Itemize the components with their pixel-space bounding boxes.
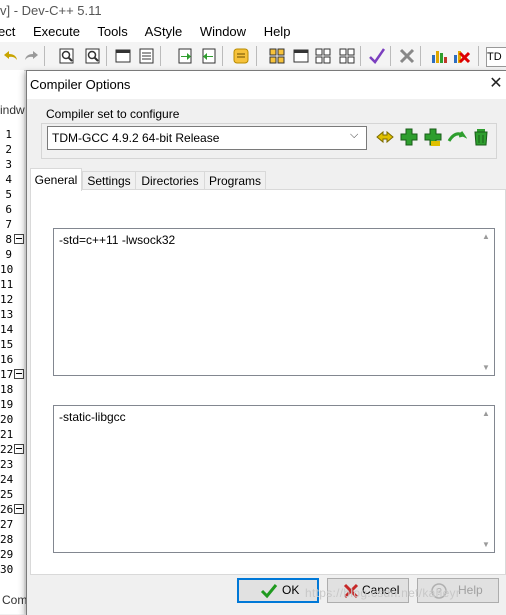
find-icon[interactable]	[58, 47, 76, 65]
line-number: 29	[0, 548, 14, 561]
toolbar-compiler-label[interactable]: TD	[486, 47, 506, 67]
status-bar: Com	[0, 588, 28, 614]
line-number: 12	[0, 293, 14, 306]
window-icon[interactable]	[114, 47, 132, 65]
line-number: 3	[5, 158, 12, 171]
ide-title-text: v] - Dev-C++ 5.11	[0, 3, 102, 18]
dialog-title: Compiler Options	[30, 77, 131, 92]
compiler-set-select[interactable]: TDM-GCC 4.9.2 64-bit Release ⌵	[47, 126, 367, 150]
redo-icon[interactable]	[22, 47, 40, 65]
scroll-up-icon[interactable]: ▲	[482, 409, 490, 418]
dialog-title-bar[interactable]: Compiler Options ✕	[27, 71, 506, 99]
grid2-icon[interactable]	[338, 47, 356, 65]
unindent-icon[interactable]	[200, 47, 218, 65]
compile-commands-scrollbar[interactable]: ▲ ▼	[479, 229, 494, 375]
grid-icon[interactable]	[314, 47, 332, 65]
menu-tools[interactable]: Tools	[97, 24, 127, 39]
compile-commands-text: -std=c++11 -lwsock32	[59, 233, 176, 247]
compile-commands-textarea[interactable]: -std=c++11 -lwsock32 ▲ ▼	[53, 228, 495, 376]
tile-icon[interactable]	[268, 47, 286, 65]
linker-commands-textarea[interactable]: -static-libgcc ▲ ▼	[53, 405, 495, 553]
help-button-label: Help	[458, 583, 483, 597]
replace-icon[interactable]	[84, 47, 102, 65]
compiler-set-label: Compiler set to configure	[46, 107, 180, 121]
fold-marker[interactable]	[14, 234, 24, 244]
chart-icon[interactable]	[430, 47, 448, 65]
line-number: 16	[0, 353, 14, 366]
menu-project[interactable]: ect	[0, 24, 15, 39]
scroll-up-icon[interactable]: ▲	[482, 232, 490, 241]
undo-icon[interactable]	[2, 47, 20, 65]
line-number: 8	[5, 233, 12, 246]
line-number: 22	[0, 443, 14, 456]
line-number: 1	[5, 128, 12, 141]
line-number: 21	[0, 428, 14, 441]
tab-settings[interactable]: Settings	[82, 171, 136, 190]
delete-icon[interactable]	[398, 47, 416, 65]
chevron-down-icon[interactable]: ⌵	[350, 129, 358, 142]
window2-icon[interactable]	[292, 47, 310, 65]
line-number: 13	[0, 308, 14, 321]
menu-execute[interactable]: Execute	[33, 24, 80, 39]
scroll-down-icon[interactable]: ▼	[482, 363, 490, 372]
line-number: 10	[0, 263, 14, 276]
menu-window[interactable]: Window	[200, 24, 246, 39]
fold-marker[interactable]	[14, 369, 24, 379]
scroll-down-icon[interactable]: ▼	[482, 540, 490, 549]
ide-title-bar: v] - Dev-C++ 5.11	[0, 0, 506, 22]
tab-general[interactable]: General	[30, 168, 82, 191]
line-number: 25	[0, 488, 14, 501]
indent-icon[interactable]	[176, 47, 194, 65]
line-number: 30	[0, 563, 14, 576]
line-number: 27	[0, 518, 14, 531]
linker-commands-scrollbar[interactable]: ▲ ▼	[479, 406, 494, 552]
delete-compiler-icon[interactable]	[471, 127, 491, 147]
list-icon[interactable]	[138, 47, 156, 65]
line-number: 20	[0, 413, 14, 426]
editor-tab-label[interactable]: indw	[0, 103, 25, 117]
add-compiler-icon[interactable]	[399, 127, 419, 147]
rename-compiler-icon[interactable]	[375, 127, 395, 147]
ide-toolbar: TD	[0, 42, 506, 71]
compiler-set-value: TDM-GCC 4.9.2 64-bit Release	[52, 131, 220, 145]
line-number: 2	[5, 143, 12, 156]
line-number: 15	[0, 338, 14, 351]
ok-button-label: OK	[282, 583, 300, 597]
fold-marker[interactable]	[14, 504, 24, 514]
editor-gutter: indw 1 2 3 4 5 6 7 8 9 10 11 12 13 14 15 16 17 18 19 20 21 22…	[0, 70, 25, 614]
tab-directories[interactable]: Directories	[135, 171, 205, 190]
checkmark-icon	[260, 584, 278, 599]
line-number: 4	[5, 173, 12, 186]
chart-delete-icon[interactable]	[452, 47, 470, 65]
line-number: 18	[0, 383, 14, 396]
line-number: 24	[0, 473, 14, 486]
fold-marker[interactable]	[14, 444, 24, 454]
line-number: 26	[0, 503, 14, 516]
compiler-options-dialog: Compiler Options ✕ Compiler set to confi…	[26, 70, 506, 615]
line-number: 5	[5, 188, 12, 201]
line-number: 14	[0, 323, 14, 336]
line-number: 7	[5, 218, 12, 231]
linker-commands-text: -static-libgcc	[59, 410, 126, 424]
line-number: 23	[0, 458, 14, 471]
close-icon[interactable]: ✕	[487, 75, 505, 93]
menu-astyle[interactable]: AStyle	[145, 24, 183, 39]
bookmark-icon[interactable]	[232, 47, 250, 65]
line-number: 28	[0, 533, 14, 546]
line-number: 11	[0, 278, 14, 291]
check-icon[interactable]	[368, 47, 386, 65]
line-number: 9	[5, 248, 12, 261]
line-number: 19	[0, 398, 14, 411]
status-text: Com	[2, 593, 28, 607]
add-compiler-folder-icon[interactable]	[423, 127, 443, 147]
find-compiler-icon[interactable]	[447, 127, 467, 147]
tab-programs[interactable]: Programs	[204, 171, 266, 190]
line-number: 6	[5, 203, 12, 216]
menu-help[interactable]: Help	[264, 24, 291, 39]
watermark-text: https://blog.csdn.net/kaheyr	[305, 586, 461, 600]
general-tab-panel: -std=c++11 -lwsock32 ▲ ▼ -static-libgcc …	[30, 189, 506, 575]
line-number: 17	[0, 368, 14, 381]
ide-menu-bar: ect Execute Tools AStyle Window Help	[0, 22, 506, 42]
